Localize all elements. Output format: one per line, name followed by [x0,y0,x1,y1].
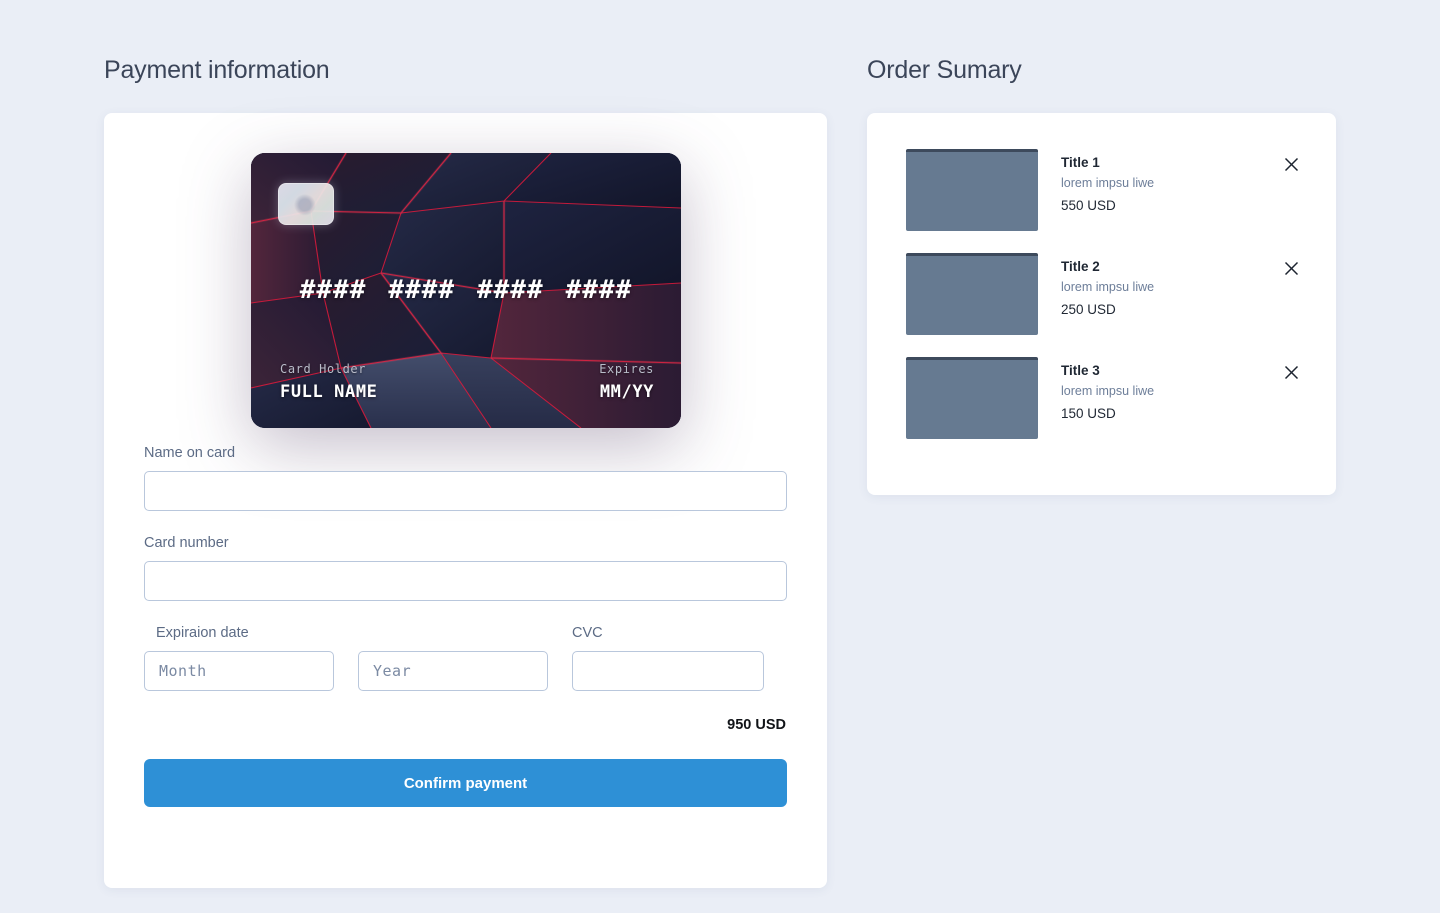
card-number-group: #### [565,275,633,305]
item-title: Title 3 [1061,363,1100,378]
item-thumbnail [906,149,1038,231]
card-number-mask: #### #### #### #### [251,275,681,305]
card-holder-block: Card Holder FULL NAME [280,362,378,402]
item-title: Title 1 [1061,155,1100,170]
item-thumbnail [906,253,1038,335]
item-description: lorem impsu liwe [1061,384,1155,398]
name-on-card-input[interactable] [144,471,787,511]
payment-panel: #### #### #### #### Card Holder FULL NAME E… [104,113,827,888]
expiration-date-label: Expiraion date [156,625,249,641]
item-description: lorem impsu liwe [1061,176,1155,190]
confirm-payment-button[interactable]: Confirm payment [144,759,787,807]
item-info: Title 3 lorem impsu liwe 150 USD [1061,357,1279,421]
name-on-card-field: Name on card [144,445,787,511]
remove-item-button[interactable] [1279,360,1303,384]
remove-item-button[interactable] [1279,152,1303,176]
item-description: lorem impsu liwe [1061,280,1155,294]
order-total: 950 USD [727,717,786,733]
card-footer: Card Holder FULL NAME Expires MM/YY [280,362,654,402]
cvc-label: CVC [572,625,603,641]
card-holder-value: FULL NAME [280,382,378,402]
card-expires-label: Expires [599,362,654,376]
expiration-date-field: Expiraion date [144,625,548,691]
card-holder-label: Card Holder [280,362,367,376]
item-thumbnail [906,357,1038,439]
remove-item-button[interactable] [1279,256,1303,280]
expiration-cvc-row: Expiraion date CVC [144,625,787,691]
close-icon [1284,365,1298,379]
card-number-group: #### [388,275,455,305]
item-info: Title 2 lorem impsu liwe 250 USD [1061,253,1279,317]
cvc-input[interactable] [572,651,764,691]
list-item: Title 3 lorem impsu liwe 150 USD [906,357,1303,439]
item-info: Title 1 lorem impsu liwe 550 USD [1061,149,1279,213]
order-summary-panel: Title 1 lorem impsu liwe 550 USD Title 2… [867,113,1336,495]
card-number-input[interactable] [144,561,787,601]
item-price: 550 USD [1061,198,1116,213]
expiration-year-input[interactable] [358,651,548,691]
card-number-label: Card number [144,535,229,551]
list-item: Title 1 lorem impsu liwe 550 USD [906,149,1303,231]
card-number-group: #### [299,275,367,305]
close-icon [1284,157,1298,171]
order-items-list: Title 1 lorem impsu liwe 550 USD Title 2… [906,149,1303,439]
item-price: 150 USD [1061,406,1116,421]
close-icon [1284,261,1298,275]
cvc-field: CVC [572,625,764,691]
card-chip-icon [278,183,334,225]
item-price: 250 USD [1061,302,1116,317]
name-on-card-label: Name on card [144,445,236,461]
page-title-order-summary: Order Sumary [867,56,1022,84]
card-number-group: #### [477,275,544,305]
list-item: Title 2 lorem impsu liwe 250 USD [906,253,1303,335]
credit-card-preview: #### #### #### #### Card Holder FULL NAME E… [251,153,681,428]
page-title-payment: Payment information [104,56,330,84]
card-expires-value: MM/YY [599,382,654,402]
item-title: Title 2 [1061,259,1100,274]
payment-form: Name on card Card number Expiraion date … [144,445,787,807]
card-expires-block: Expires MM/YY [599,362,654,402]
expiration-month-input[interactable] [144,651,334,691]
checkout-page: Payment information #### #### #### #### … [0,0,1440,913]
card-number-field: Card number [144,535,787,601]
